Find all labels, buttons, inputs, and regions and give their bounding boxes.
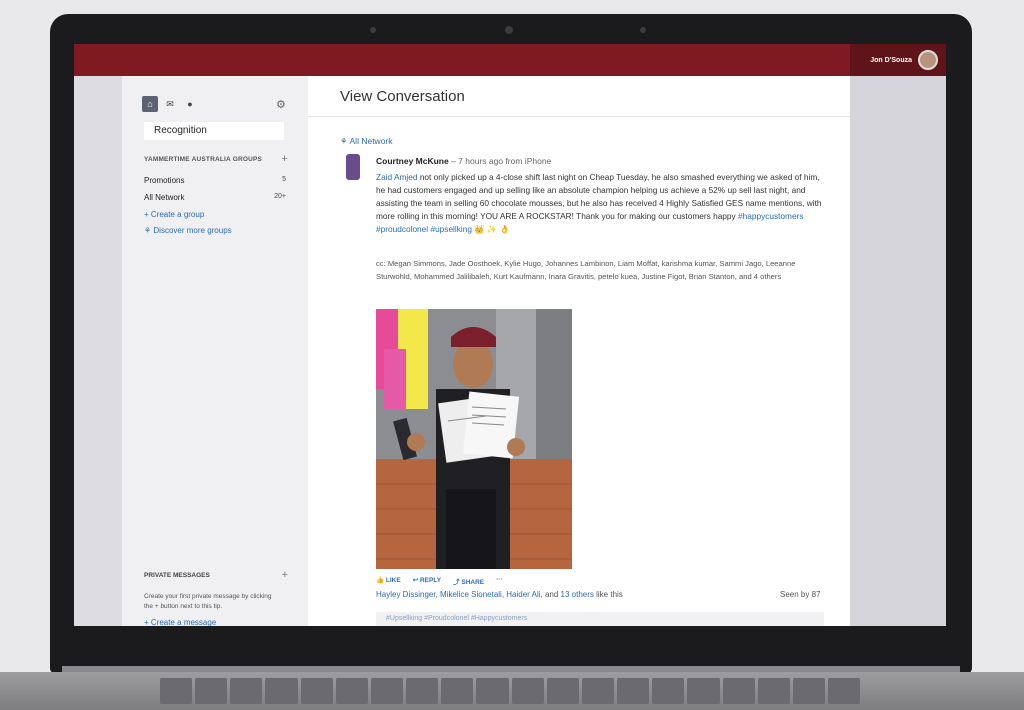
post-meta: – 7 hours ago from iPhone bbox=[448, 156, 552, 166]
more-options-button[interactable]: ··· bbox=[496, 576, 503, 586]
pm-header-label: PRIVATE MESSAGES bbox=[144, 572, 210, 579]
private-messages-header: PRIVATE MESSAGES + bbox=[144, 569, 288, 581]
search-input[interactable]: Recognition bbox=[144, 122, 284, 140]
bell-icon[interactable]: ● bbox=[182, 96, 198, 112]
sensor-icon bbox=[370, 27, 376, 33]
create-message-label: Create a message bbox=[150, 618, 217, 626]
create-group-link[interactable]: + Create a group bbox=[144, 210, 204, 219]
reply-icon: ↩ bbox=[412, 577, 420, 584]
mention-link[interactable]: Zaid Amjed bbox=[376, 172, 418, 182]
camera-icon bbox=[505, 26, 513, 34]
like-label: LIKE bbox=[385, 577, 401, 584]
user-avatar[interactable] bbox=[918, 50, 938, 70]
group-label: All Network bbox=[144, 193, 185, 202]
reply-input[interactable]: #Upsellking #Proudcolonel #Happycustomer… bbox=[376, 612, 824, 626]
group-count: 5 bbox=[282, 176, 286, 183]
add-group-icon[interactable]: + bbox=[281, 153, 288, 165]
discover-groups-link[interactable]: ⚘ Discover more groups bbox=[144, 226, 232, 235]
settings-icon[interactable]: ⚙ bbox=[276, 98, 286, 111]
discover-groups-label: Discover more groups bbox=[153, 226, 232, 235]
like-button[interactable]: 👍 LIKE bbox=[376, 576, 401, 586]
reply-button[interactable]: ↩ REPLY bbox=[413, 576, 441, 586]
create-message-link[interactable]: + Create a message bbox=[144, 618, 216, 626]
create-group-label: Create a group bbox=[150, 210, 205, 219]
network-icon: ⚘ bbox=[340, 136, 350, 146]
group-count: 20+ bbox=[274, 193, 286, 200]
keyboard bbox=[160, 678, 861, 704]
top-bar: Jon D'Souza bbox=[74, 44, 946, 76]
post-photo[interactable] bbox=[376, 309, 572, 569]
seen-count[interactable]: Seen by 87 bbox=[780, 590, 820, 599]
sidebar: ⌂ ✉ ● ⚙ Recognition YAMMERTIME AUSTRALIA… bbox=[122, 76, 308, 626]
divider bbox=[308, 116, 850, 117]
post-author-name[interactable]: Courtney McKune bbox=[376, 156, 449, 166]
post-emojis: 👑 ✨ 👌 bbox=[471, 224, 510, 234]
post-body: Zaid Amjed not only picked up a 4-close … bbox=[376, 171, 828, 236]
sensor-icon bbox=[640, 27, 646, 33]
likers-and: , and bbox=[540, 590, 561, 599]
likers-others-link[interactable]: 13 others bbox=[561, 590, 594, 599]
reply-label: REPLY bbox=[419, 577, 442, 584]
user-menu[interactable]: Jon D'Souza bbox=[850, 44, 946, 76]
post-actions: 👍 LIKE ↩ REPLY ⤴ SHARE ··· bbox=[376, 576, 503, 586]
group-label: Promotions bbox=[144, 176, 185, 185]
user-name: Jon D'Souza bbox=[870, 56, 912, 64]
post-header: Courtney McKune – 7 hours ago from iPhon… bbox=[376, 156, 551, 166]
likers-tail: like this bbox=[593, 590, 623, 599]
sidebar-item-promotions[interactable]: Promotions 5 bbox=[144, 176, 288, 185]
thumbs-up-icon: 👍 bbox=[376, 577, 386, 584]
likers-names[interactable]: Hayley Dissinger, Mikelice Sionetali, Ha… bbox=[376, 590, 541, 599]
sidebar-nav-icons: ⌂ ✉ ● bbox=[142, 96, 198, 112]
share-label: SHARE bbox=[461, 579, 485, 586]
hashtag-link[interactable]: #proudcolonel bbox=[376, 224, 428, 234]
app-screen: Jon D'Souza ⌂ ✉ ● ⚙ Recognition YAMMERTI… bbox=[74, 44, 946, 626]
cc-list: cc: Megan Simmons, Jade Oosthoek, Kylie … bbox=[376, 259, 796, 281]
network-icon: ⚘ bbox=[144, 226, 154, 235]
hashtag-link[interactable]: #happycustomers bbox=[738, 211, 804, 221]
groups-header-label: YAMMERTIME AUSTRALIA GROUPS bbox=[144, 156, 263, 163]
post-author-avatar[interactable] bbox=[346, 154, 360, 180]
plus-icon: + bbox=[144, 210, 151, 219]
likers-line: Hayley Dissinger, Mikelice Sionetali, Ha… bbox=[376, 590, 623, 599]
all-network-link[interactable]: ⚘ All Network bbox=[340, 136, 393, 147]
hashtag-link[interactable]: #upsellking bbox=[430, 224, 472, 234]
left-gutter bbox=[74, 76, 122, 626]
sidebar-item-all-network[interactable]: All Network 20+ bbox=[144, 193, 288, 202]
groups-header: YAMMERTIME AUSTRALIA GROUPS + bbox=[144, 153, 288, 165]
right-gutter bbox=[850, 76, 946, 626]
share-button[interactable]: ⤴ SHARE bbox=[453, 576, 484, 586]
plus-icon: + bbox=[144, 618, 151, 626]
all-network-label: All Network bbox=[349, 136, 393, 146]
pm-tip: Create your first private message by cli… bbox=[144, 593, 272, 610]
add-message-icon[interactable]: + bbox=[282, 569, 288, 581]
mail-icon[interactable]: ✉ bbox=[162, 96, 178, 112]
home-icon[interactable]: ⌂ bbox=[142, 96, 158, 112]
page-title: View Conversation bbox=[340, 88, 465, 105]
main-content: View Conversation ⚘ All Network Courtney… bbox=[308, 76, 850, 626]
